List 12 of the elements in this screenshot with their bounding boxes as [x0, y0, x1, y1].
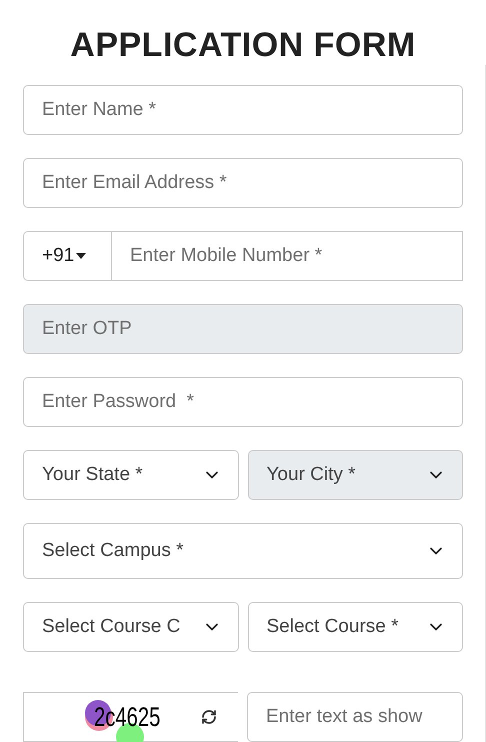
- select-field[interactable]: Select Course C: [23, 602, 238, 652]
- input-field[interactable]: Enter Email Address *: [23, 158, 463, 208]
- mobile-field[interactable]: Enter Mobile Number *: [111, 231, 463, 281]
- input-field[interactable]: Enter Password *: [23, 377, 463, 427]
- captcha-field[interactable]: Enter text as show: [247, 692, 463, 742]
- refresh-icon[interactable]: [200, 709, 217, 725]
- form-title: APPLICATION FORM: [69, 25, 417, 66]
- select-field[interactable]: Select Course *: [248, 602, 463, 652]
- caret-icon: [76, 253, 86, 259]
- input-field[interactable]: Enter Name *: [23, 85, 463, 135]
- select-field[interactable]: Your State *: [23, 450, 238, 500]
- select-field[interactable]: Select Campus *: [23, 523, 463, 579]
